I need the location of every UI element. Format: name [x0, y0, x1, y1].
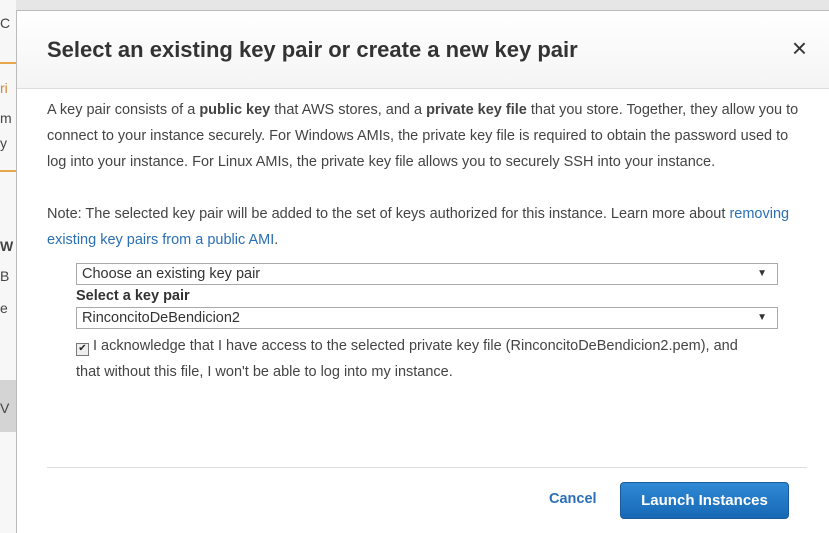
key-pair-select[interactable]: RinconcitoDeBendicion2 ▼ [76, 307, 778, 329]
dialog-body: A key pair consists of a public key that… [47, 97, 809, 385]
background-text: C [0, 15, 11, 31]
dialog-title: Select an existing key pair or create a … [47, 37, 578, 62]
acknowledge-text: I acknowledge that I have access to the … [76, 338, 738, 380]
key-pair-mode-select[interactable]: Choose an existing key pair ▼ [76, 263, 778, 285]
key-pair-description: A key pair consists of a public key that… [47, 97, 809, 175]
background-text: e [0, 300, 8, 316]
key-pair-mode-value: Choose an existing key pair [82, 266, 261, 282]
note-end: . [274, 232, 279, 248]
background-text: W [0, 238, 14, 254]
background-text: ri [0, 80, 8, 96]
description-text: A key pair consists of a [47, 102, 200, 118]
key-pair-dialog: Select an existing key pair or create a … [16, 10, 829, 533]
background-text: m [0, 110, 12, 126]
cancel-button[interactable]: Cancel [549, 491, 597, 507]
chevron-down-icon: ▼ [757, 268, 767, 279]
note-text: Note: The selected key pair will be adde… [47, 206, 730, 222]
background-text: B [0, 268, 10, 284]
background-text: V [0, 400, 10, 416]
background-divider [0, 170, 16, 172]
background-page: C ri m y W B e V [0, 0, 16, 533]
footer-divider [47, 467, 807, 468]
select-key-pair-label: Select a key pair [76, 288, 190, 304]
launch-instances-button[interactable]: Launch Instances [620, 482, 789, 519]
background-divider [0, 62, 16, 64]
close-icon[interactable]: × [792, 35, 807, 61]
description-text: that AWS stores, and a [270, 102, 427, 118]
acknowledge-row: ✔ I acknowledge that I have access to the… [76, 333, 766, 385]
key-pair-value: RinconcitoDeBendicion2 [82, 310, 240, 326]
note-paragraph: Note: The selected key pair will be adde… [47, 201, 809, 253]
acknowledge-checkbox[interactable]: ✔ [76, 343, 89, 356]
private-key-file-term: private key file [426, 102, 527, 118]
public-key-term: public key [199, 102, 271, 118]
chevron-down-icon: ▼ [757, 312, 767, 323]
background-text: y [0, 135, 7, 151]
dialog-header: Select an existing key pair or create a … [17, 11, 829, 89]
